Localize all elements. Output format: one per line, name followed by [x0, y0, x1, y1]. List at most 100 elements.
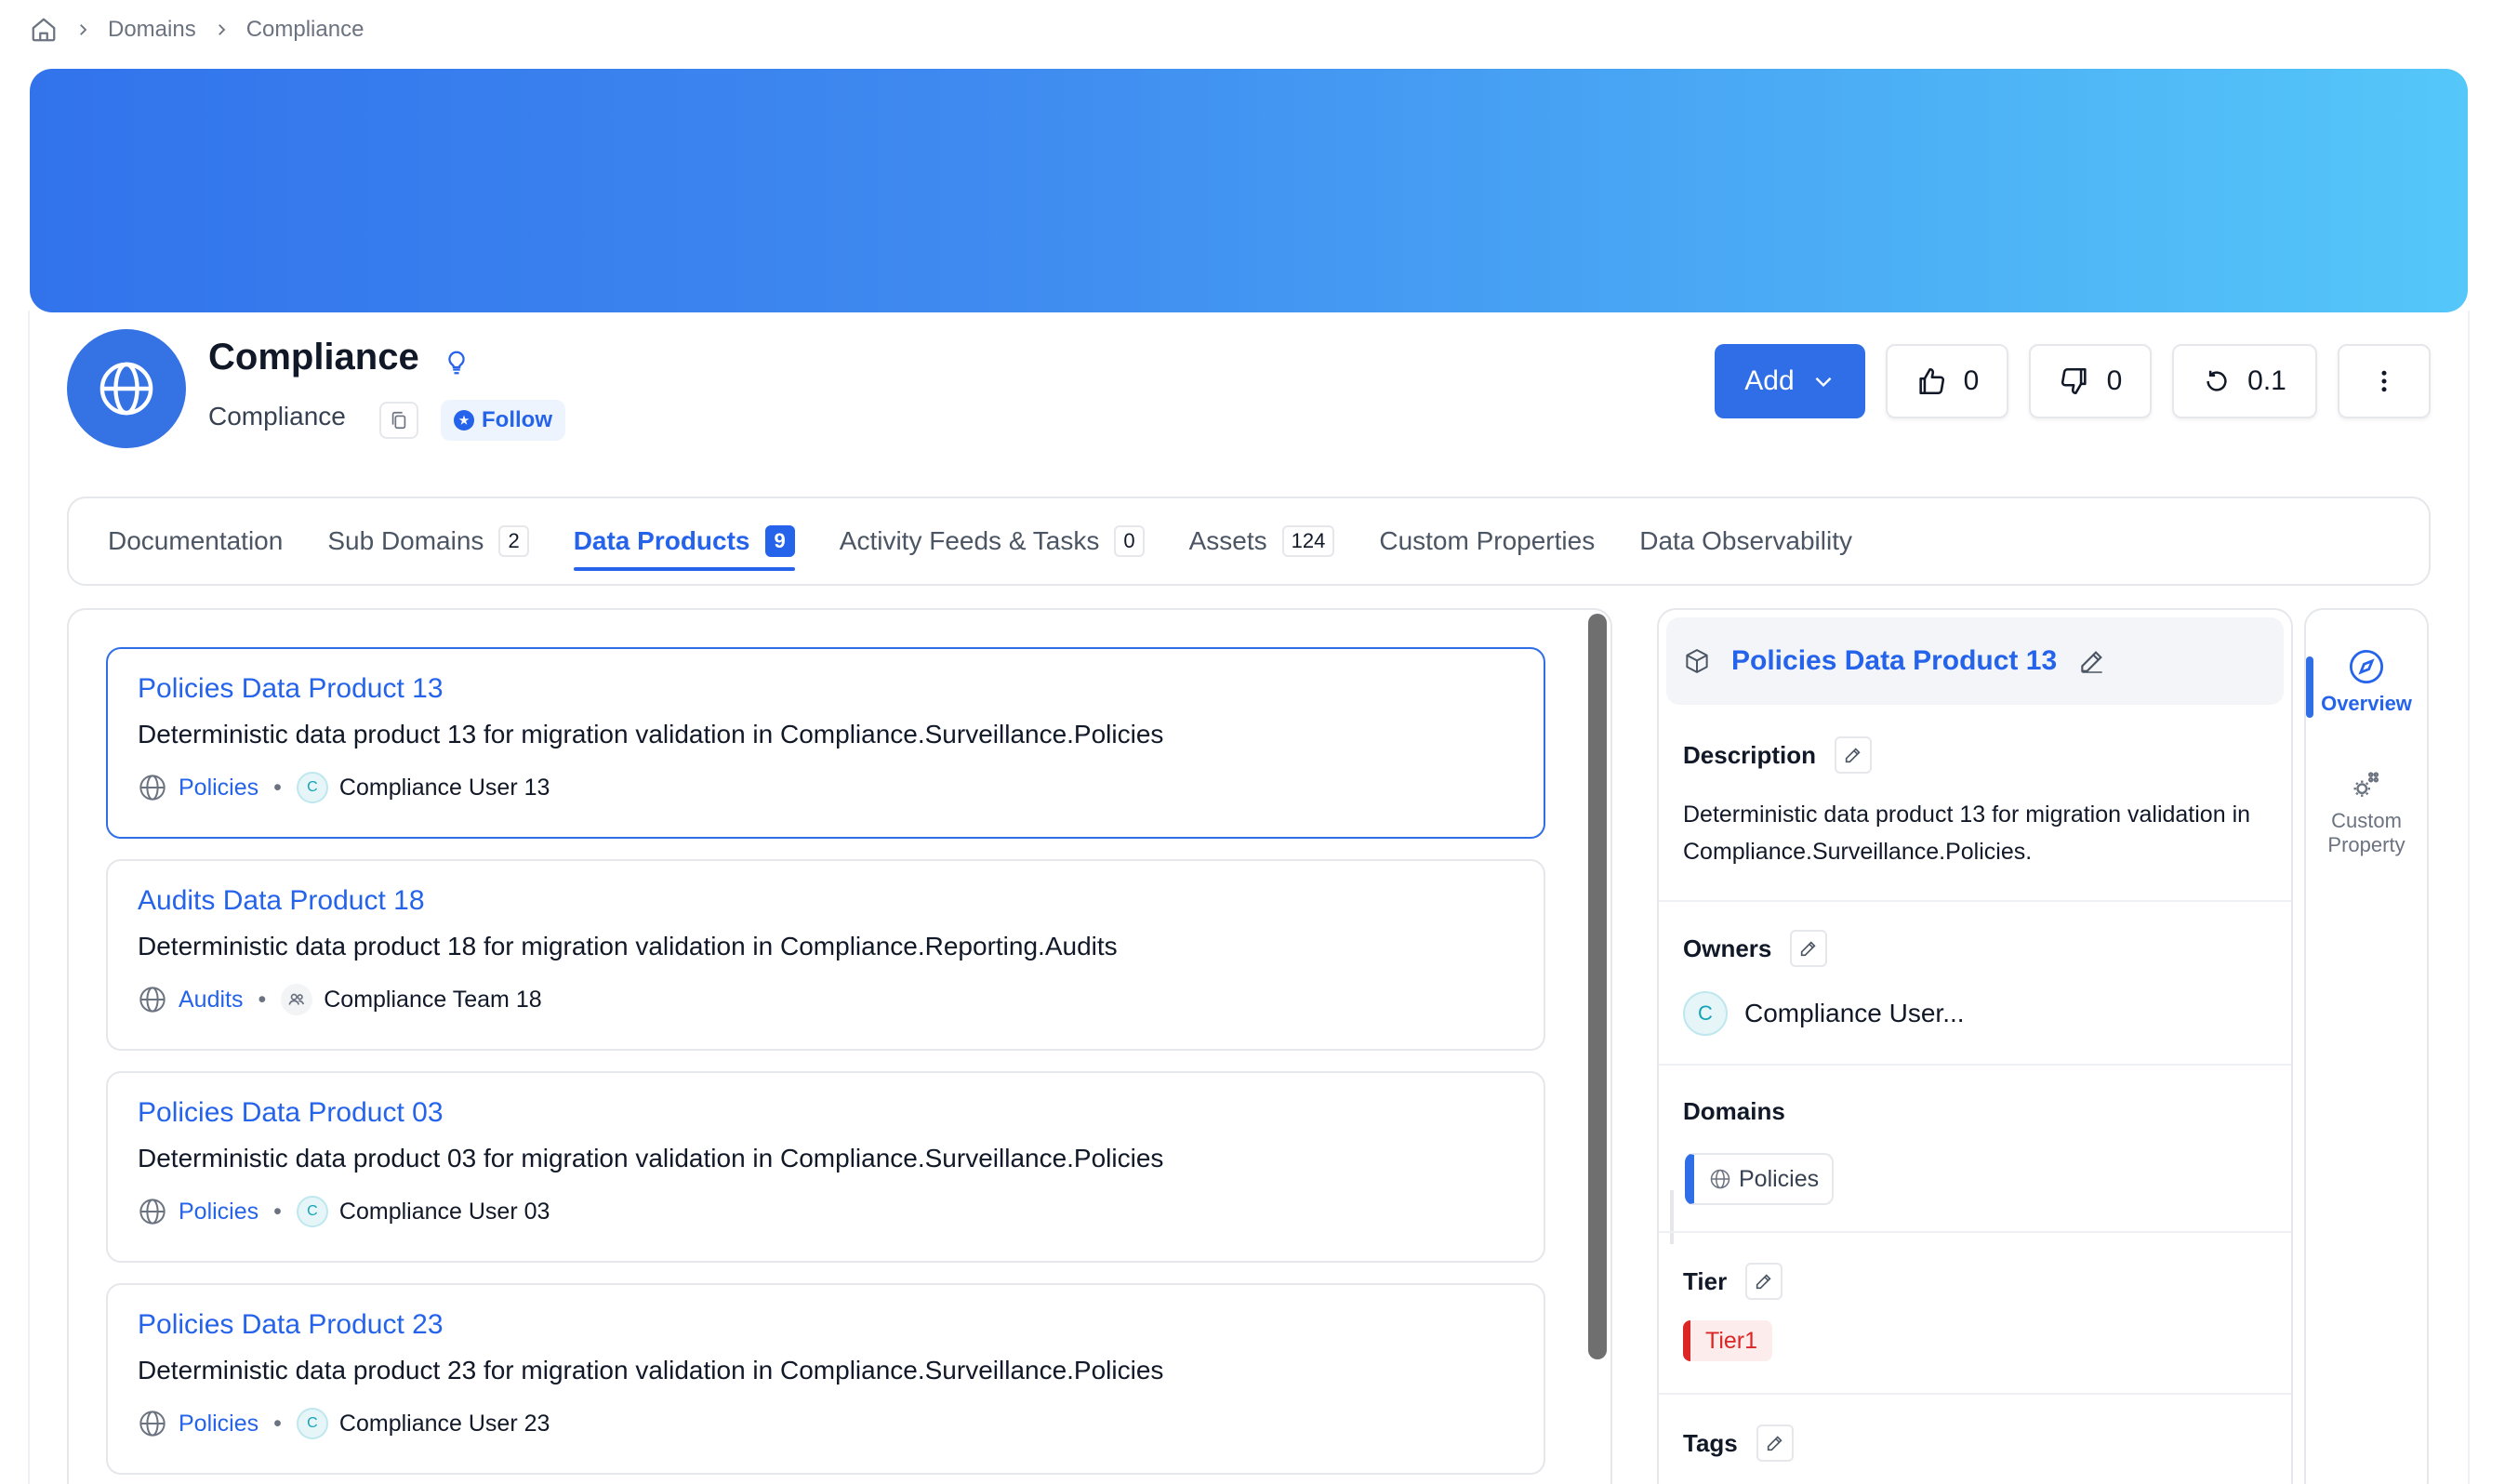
- chevron-right-icon: [213, 21, 230, 38]
- edit-tags-button[interactable]: [1756, 1424, 1794, 1462]
- product-domain-link[interactable]: Audits: [179, 987, 243, 1014]
- like-button[interactable]: 0: [1886, 344, 2008, 418]
- domain-chip[interactable]: Policies: [1685, 1153, 1835, 1205]
- team-icon: [281, 984, 313, 1015]
- rail-item-custom-property[interactable]: Custom Property: [2306, 768, 2427, 857]
- domain-avatar: [67, 329, 186, 448]
- product-owner[interactable]: Compliance User 03: [339, 1199, 550, 1226]
- detail-header: Policies Data Product 13: [1666, 617, 2284, 705]
- owner-row[interactable]: C Compliance User...: [1683, 991, 1965, 1036]
- edit-icon: [1801, 941, 1816, 957]
- tab-label: Activity Feeds & Tasks: [839, 526, 1100, 555]
- chevron-right-icon: [74, 21, 91, 38]
- description-section-title: Description: [1683, 736, 1873, 774]
- globe-icon: [139, 1199, 166, 1225]
- lightbulb-icon[interactable]: [443, 348, 470, 382]
- data-product-card[interactable]: Audits Data Product 18 Deterministic dat…: [106, 859, 1545, 1051]
- domain-banner: [30, 69, 2468, 312]
- section-label: Domains: [1683, 1097, 1785, 1125]
- add-button[interactable]: Add: [1715, 344, 1865, 418]
- tab-count-badge: 0: [1114, 525, 1145, 557]
- owner-avatar: C: [296, 1196, 328, 1227]
- more-options-button[interactable]: [2338, 344, 2431, 418]
- detail-description: Deterministic data product 13 for migrat…: [1683, 802, 2251, 865]
- edit-owners-button[interactable]: [1790, 930, 1828, 967]
- product-owner[interactable]: Compliance User 13: [339, 775, 550, 802]
- product-owner[interactable]: Compliance Team 18: [324, 987, 541, 1014]
- separator-dot: •: [258, 986, 267, 1013]
- rail-item-overview[interactable]: Overview: [2306, 647, 2427, 716]
- copy-button[interactable]: [379, 402, 418, 439]
- follow-label: Follow: [482, 407, 552, 432]
- history-icon: [2207, 370, 2227, 391]
- list-scrollbar[interactable]: [1588, 614, 1607, 1359]
- tab-data-observability[interactable]: Data Observability: [1639, 497, 1852, 586]
- domain-display-name: Compliance: [208, 402, 346, 431]
- more-vertical-icon: [2381, 370, 2387, 392]
- globe-icon: [139, 987, 166, 1013]
- section-divider: [1659, 900, 2291, 902]
- breadcrumb-item-compliance[interactable]: Compliance: [246, 17, 364, 43]
- data-product-card[interactable]: Policies Data Product 03 Deterministic d…: [106, 1071, 1545, 1263]
- tab-sub-domains[interactable]: Sub Domains 2: [327, 497, 529, 586]
- follow-button[interactable]: ★ Follow: [441, 400, 565, 441]
- product-domain-link[interactable]: Policies: [179, 775, 258, 802]
- dislike-count: 0: [2106, 365, 2123, 396]
- breadcrumb-item-domains[interactable]: Domains: [108, 17, 196, 43]
- data-product-card[interactable]: Policies Data Product 13 Deterministic d…: [106, 647, 1545, 839]
- edit-icon[interactable]: [2077, 646, 2107, 676]
- product-meta: Policies • C Compliance User 13: [138, 772, 550, 803]
- tab-assets[interactable]: Assets 124: [1189, 497, 1335, 586]
- tab-documentation[interactable]: Documentation: [108, 497, 283, 586]
- product-description: Deterministic data product 23 for migrat…: [138, 1356, 1164, 1385]
- owner-avatar: C: [296, 1408, 328, 1439]
- tier-section-title: Tier: [1683, 1263, 1783, 1300]
- product-title-link[interactable]: Policies Data Product 13: [138, 673, 444, 705]
- edit-icon: [1767, 1436, 1782, 1451]
- section-label: Owners: [1683, 934, 1772, 962]
- detail-title-link[interactable]: Policies Data Product 13: [1731, 645, 2057, 677]
- edit-icon: [1756, 1274, 1771, 1290]
- tab-count-badge: 124: [1281, 525, 1335, 557]
- dislike-button[interactable]: 0: [2029, 344, 2152, 418]
- section-divider: [1659, 1231, 2291, 1233]
- edit-description-button[interactable]: [1835, 736, 1873, 774]
- rail-label: Overview: [2321, 692, 2412, 715]
- tab-label: Custom Properties: [1379, 526, 1596, 555]
- rail-label: Custom Property: [2327, 809, 2405, 856]
- separator-dot: •: [273, 1410, 282, 1437]
- product-description: Deterministic data product 18 for migrat…: [138, 932, 1118, 961]
- product-title-link[interactable]: Policies Data Product 23: [138, 1309, 444, 1341]
- right-rail: [2304, 608, 2429, 1484]
- tab-custom-properties[interactable]: Custom Properties: [1379, 497, 1595, 586]
- tab-data-products[interactable]: Data Products 9: [573, 497, 795, 586]
- product-title-link[interactable]: Policies Data Product 03: [138, 1097, 444, 1129]
- data-product-card[interactable]: Policies Data Product 23 Deterministic d…: [106, 1283, 1545, 1475]
- product-owner[interactable]: Compliance User 23: [339, 1411, 550, 1438]
- section-label: Description: [1683, 740, 1817, 769]
- product-meta: Policies • C Compliance User 03: [138, 1196, 550, 1227]
- owner-name: Compliance User...: [1744, 999, 1965, 1027]
- globe-icon: [139, 1411, 166, 1437]
- owner-avatar: C: [1683, 991, 1728, 1036]
- tab-label: Documentation: [108, 526, 284, 555]
- separator-dot: •: [273, 1198, 282, 1225]
- separator-dot: •: [273, 774, 282, 801]
- tier-badge[interactable]: Tier1: [1683, 1320, 1773, 1361]
- version-number: 0.1: [2247, 365, 2286, 396]
- version-button[interactable]: 0.1: [2172, 344, 2317, 418]
- home-icon[interactable]: [30, 16, 58, 44]
- product-description: Deterministic data product 13 for migrat…: [138, 720, 1164, 749]
- chevron-down-icon: [1815, 377, 1832, 388]
- tab-label: Assets: [1188, 526, 1267, 555]
- product-meta: Audits • Compliance Team 18: [138, 984, 542, 1015]
- tab-label: Sub Domains: [327, 526, 484, 555]
- product-domain-link[interactable]: Policies: [179, 1199, 258, 1226]
- edit-tier-button[interactable]: [1745, 1263, 1783, 1300]
- thumbs-up-icon: [1919, 367, 1944, 395]
- tab-activity-feeds[interactable]: Activity Feeds & Tasks 0: [840, 497, 1145, 586]
- product-domain-link[interactable]: Policies: [179, 1411, 258, 1438]
- product-title-link[interactable]: Audits Data Product 18: [138, 885, 425, 917]
- globe-icon: [99, 362, 153, 416]
- domains-section-title: Domains: [1683, 1097, 1785, 1126]
